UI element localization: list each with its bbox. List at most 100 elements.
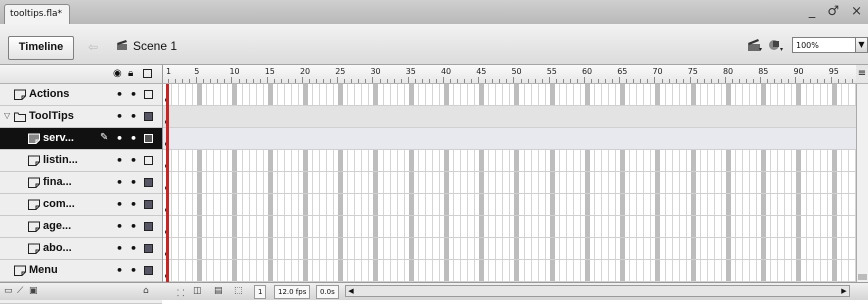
lock-dot[interactable]: • bbox=[130, 154, 137, 167]
ruler-label: 50 bbox=[511, 67, 522, 76]
layer-row[interactable]: age... • • bbox=[0, 216, 162, 238]
lock-dot[interactable]: • bbox=[130, 198, 137, 211]
vertical-scrollbar[interactable] bbox=[856, 84, 868, 282]
ruler-tick bbox=[760, 77, 762, 83]
lock-icon[interactable]: 🔒︎ bbox=[128, 68, 133, 79]
folder-expand-icon[interactable]: ▽ bbox=[4, 111, 10, 120]
edit-multiple-icon[interactable]: ⬚ bbox=[234, 286, 243, 296]
ruler-tick bbox=[591, 79, 592, 83]
scroll-left-icon[interactable]: ◀ bbox=[346, 286, 356, 296]
layer-row[interactable]: fina... • • bbox=[0, 172, 162, 194]
frame-row[interactable] bbox=[163, 194, 857, 216]
timeline-options-icon[interactable]: ≡ bbox=[856, 65, 868, 84]
visibility-dot[interactable]: • bbox=[116, 110, 123, 123]
window-controls[interactable]: _ ♂ × bbox=[809, 4, 866, 19]
frame-row[interactable] bbox=[163, 150, 857, 172]
add-folder-icon[interactable]: ▣ bbox=[29, 286, 38, 296]
frame-row[interactable] bbox=[163, 260, 857, 282]
frame-row[interactable] bbox=[163, 106, 857, 128]
frame-row[interactable] bbox=[163, 84, 857, 106]
outline-toggle[interactable] bbox=[144, 112, 153, 121]
onion-skin-icon[interactable]: ◫ bbox=[193, 286, 202, 296]
lock-dot[interactable]: • bbox=[130, 110, 137, 123]
outline-toggle[interactable] bbox=[144, 266, 153, 275]
center-frame-icon[interactable]: ⸬ bbox=[177, 286, 184, 299]
frame-grid[interactable] bbox=[162, 84, 857, 282]
back-arrow-icon[interactable]: ⇦ bbox=[88, 40, 98, 54]
scroll-right-icon[interactable]: ▶ bbox=[839, 286, 849, 296]
playhead[interactable] bbox=[166, 84, 169, 282]
trash-icon[interactable]: ⌂ bbox=[143, 286, 149, 296]
layer-list: Actions • • ▽ ToolTips • • serv... ✎ • • listin... •… bbox=[0, 84, 162, 304]
outline-toggle[interactable] bbox=[144, 134, 153, 143]
ruler-tick bbox=[682, 79, 684, 83]
layer-row[interactable]: Actions • • bbox=[0, 84, 162, 106]
ruler-label: 75 bbox=[687, 67, 698, 76]
layer-row[interactable]: ▽ ToolTips • • bbox=[0, 106, 162, 128]
lock-dot[interactable]: • bbox=[130, 132, 137, 145]
lock-dot[interactable]: • bbox=[130, 220, 137, 233]
visibility-dot[interactable]: • bbox=[116, 88, 123, 101]
ruler-tick bbox=[703, 79, 705, 83]
visibility-dot[interactable]: • bbox=[116, 176, 123, 189]
outline-toggle[interactable] bbox=[144, 244, 153, 253]
eye-icon[interactable]: ◉ bbox=[113, 68, 122, 79]
document-tab[interactable]: tooltips.fla* bbox=[4, 4, 70, 24]
document-tab-bar: tooltips.fla* _ ♂ × bbox=[0, 0, 868, 25]
ruler-tick bbox=[598, 79, 600, 83]
ruler-tick bbox=[435, 79, 437, 83]
lock-dot[interactable]: • bbox=[130, 264, 137, 277]
ruler-tick bbox=[809, 79, 811, 83]
ruler-tick bbox=[309, 79, 310, 83]
timeline-button[interactable]: Timeline bbox=[8, 36, 74, 60]
outline-toggle[interactable] bbox=[144, 90, 153, 99]
add-layer-icon[interactable]: ▭ bbox=[4, 286, 13, 296]
outline-toggle[interactable] bbox=[144, 222, 153, 231]
frame-rate-field[interactable]: 12.0 fps bbox=[274, 285, 311, 299]
zoom-field[interactable]: 100% bbox=[792, 37, 856, 53]
frame-ruler[interactable]: 1 5 10 15 20 25 30 35 40 45 50 55 60 65 70 75 80 85 90 95 bbox=[162, 65, 857, 84]
frame-row[interactable] bbox=[163, 216, 857, 238]
ruler-label: 70 bbox=[652, 67, 663, 76]
chevron-down-icon[interactable]: ▼ bbox=[856, 37, 868, 53]
ruler-tick bbox=[414, 79, 416, 83]
frame-row[interactable] bbox=[163, 172, 857, 194]
layer-row[interactable]: abo... • • bbox=[0, 238, 162, 260]
lock-dot[interactable]: • bbox=[130, 88, 137, 101]
ruler-tick bbox=[337, 77, 339, 83]
layer-row[interactable]: serv... ✎ • • bbox=[0, 128, 162, 150]
visibility-dot[interactable]: • bbox=[116, 220, 123, 233]
outline-toggle[interactable] bbox=[144, 156, 153, 165]
ruler-tick bbox=[203, 79, 205, 83]
ruler-label: 95 bbox=[828, 67, 839, 76]
visibility-dot[interactable]: • bbox=[116, 132, 123, 145]
onion-outline-icon[interactable]: ▤ bbox=[214, 286, 223, 296]
ruler-tick bbox=[245, 79, 247, 83]
visibility-dot[interactable]: • bbox=[116, 242, 123, 255]
visibility-dot[interactable]: • bbox=[116, 264, 123, 277]
visibility-dot[interactable]: • bbox=[116, 154, 123, 167]
ruler-tick bbox=[675, 79, 677, 83]
outline-toggle[interactable] bbox=[144, 178, 153, 187]
ruler-tick bbox=[541, 79, 543, 83]
horizontal-scrollbar[interactable]: ◀ ▶ bbox=[345, 285, 850, 297]
ruler-tick bbox=[379, 79, 381, 83]
lock-dot[interactable]: • bbox=[130, 242, 137, 255]
ruler-tick bbox=[210, 79, 212, 83]
frame-row[interactable] bbox=[163, 238, 857, 260]
visibility-dot[interactable]: • bbox=[116, 198, 123, 211]
layer-row[interactable]: Menu • • bbox=[0, 260, 162, 282]
outline-toggle[interactable] bbox=[144, 200, 153, 209]
layer-row[interactable]: listin... • • bbox=[0, 150, 162, 172]
outline-icon[interactable] bbox=[143, 69, 152, 78]
lock-dot[interactable]: • bbox=[130, 176, 137, 189]
ruler-tick bbox=[266, 77, 268, 83]
add-guide-icon[interactable]: ⟋ bbox=[17, 286, 23, 296]
edit-scene-icon[interactable] bbox=[747, 38, 763, 52]
frame-row[interactable] bbox=[163, 128, 857, 150]
scrollbar-thumb[interactable] bbox=[858, 274, 867, 280]
layer-icon bbox=[28, 155, 40, 166]
layer-row[interactable]: com... • • bbox=[0, 194, 162, 216]
ruler-tick bbox=[746, 79, 748, 83]
edit-symbol-icon[interactable] bbox=[768, 38, 784, 52]
